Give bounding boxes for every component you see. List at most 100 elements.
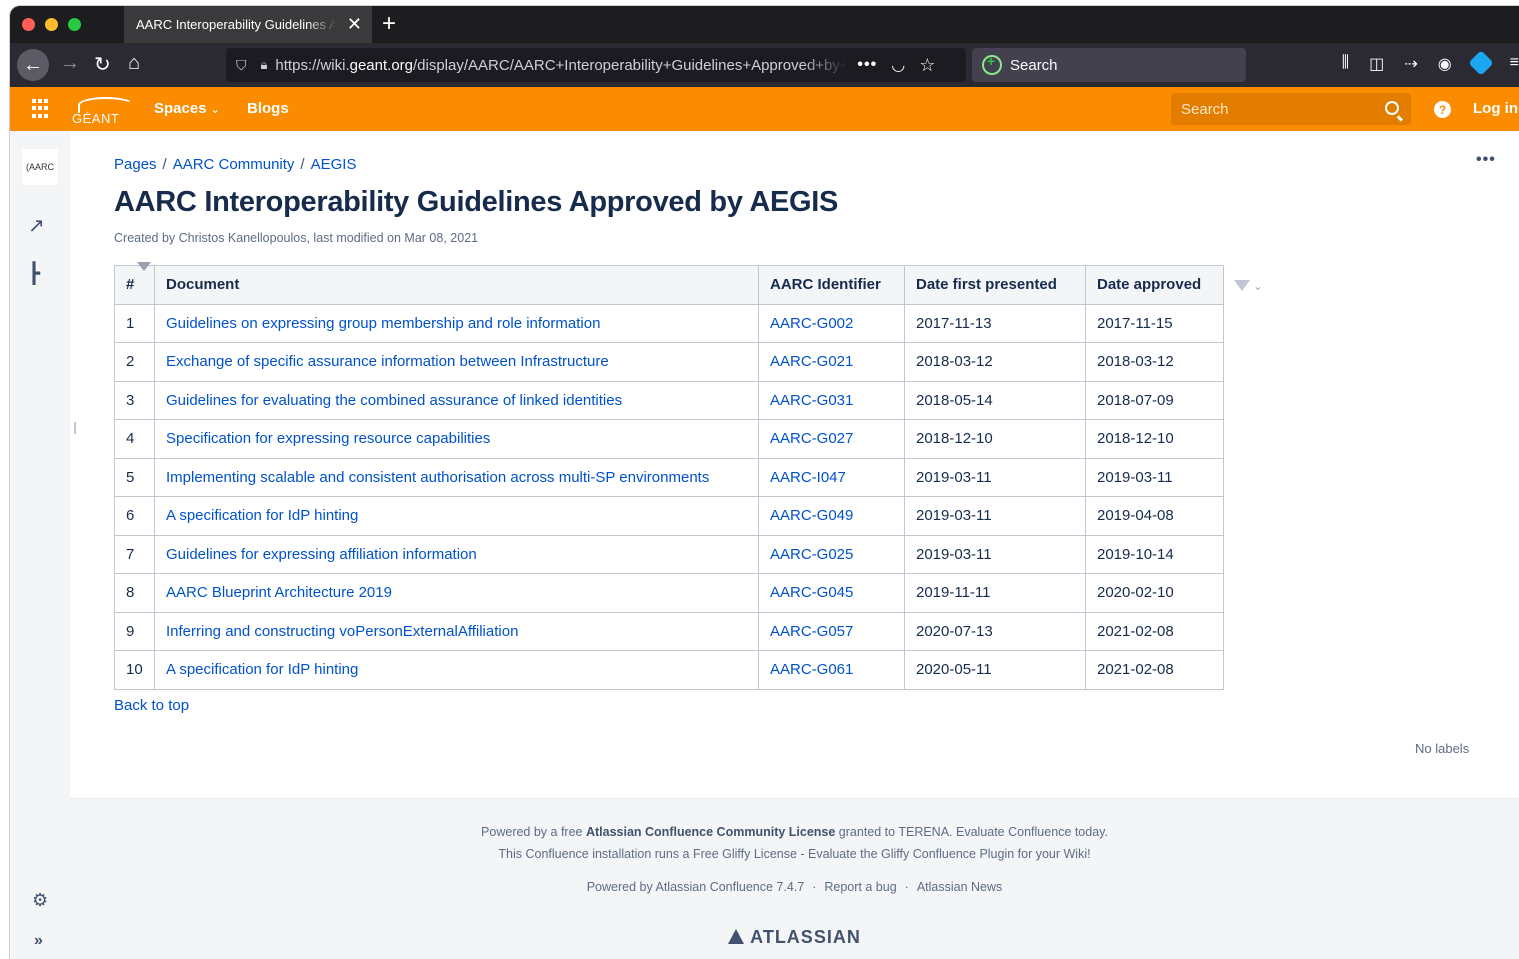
column-header[interactable]: AARC Identifier bbox=[758, 265, 905, 305]
search-icon[interactable] bbox=[1385, 101, 1399, 115]
breadcrumb-item[interactable]: Pages bbox=[114, 156, 157, 173]
table-filter-toggle[interactable]: ⌄ bbox=[1234, 278, 1263, 293]
date-presented-cell: 2020-05-11 bbox=[904, 650, 1086, 690]
identifier-link[interactable]: AARC-G021 bbox=[758, 342, 905, 382]
guidelines-table: # Document AARC Identifier Date first pr… bbox=[114, 262, 1224, 690]
browser-search-bar[interactable]: Search bbox=[972, 48, 1246, 82]
external-link-icon[interactable]: ↗ bbox=[28, 213, 45, 238]
breadcrumb-item[interactable]: AARC Community bbox=[173, 156, 295, 173]
browser-tab-active[interactable]: AARC Interoperability Guidelines Approve… bbox=[124, 6, 372, 43]
filter-icon[interactable] bbox=[137, 262, 151, 274]
table-row: 1 Guidelines on expressing group membersh… bbox=[114, 303, 1224, 343]
document-link[interactable]: Specification for expressing resource ca… bbox=[154, 419, 759, 459]
document-link[interactable]: Implementing scalable and consistent aut… bbox=[154, 457, 759, 497]
document-link[interactable]: A specification for IdP hinting bbox=[154, 496, 759, 536]
app-switcher-icon[interactable] bbox=[32, 99, 52, 119]
identifier-link[interactable]: AARC-G061 bbox=[758, 650, 905, 690]
identifier-link[interactable]: AARC-G031 bbox=[758, 380, 905, 420]
date-approved-cell: 2019-04-08 bbox=[1085, 496, 1224, 536]
gliffy-license-line: This Confluence installation runs a Free… bbox=[498, 847, 1091, 861]
atlassian-mark-icon bbox=[728, 929, 745, 944]
filter-icon bbox=[1234, 280, 1250, 292]
home-icon[interactable]: ⌂ bbox=[128, 52, 140, 75]
sidebar-resize-handle[interactable] bbox=[74, 422, 76, 434]
table-row: 4 Specification for expressing resource c… bbox=[114, 419, 1224, 459]
document-link[interactable]: Guidelines on expressing group membershi… bbox=[154, 303, 759, 343]
date-presented-cell: 2019-03-11 bbox=[904, 457, 1086, 497]
table-row: 2 Exchange of specific assurance informat… bbox=[114, 342, 1224, 382]
identifier-link[interactable]: AARC-G025 bbox=[758, 534, 905, 574]
browser-toolbar-icons: ⫼ ◫ ⇢ ◉ ≡ bbox=[1342, 50, 1519, 76]
report-bug-link[interactable]: Report a bug bbox=[824, 880, 896, 894]
document-link[interactable]: Guidelines for evaluating the combined a… bbox=[154, 380, 759, 420]
bookmark-star-icon[interactable]: ☆ bbox=[919, 55, 935, 76]
column-header[interactable]: Date first presented bbox=[904, 265, 1086, 305]
forward-arrow-icon[interactable]: → bbox=[60, 52, 80, 75]
close-window-button[interactable] bbox=[22, 18, 35, 31]
table-row: 9 Inferring and constructing voPersonExte… bbox=[114, 611, 1224, 651]
blogs-link[interactable]: Blogs bbox=[247, 100, 289, 117]
row-number-cell: 4 bbox=[114, 419, 155, 459]
lock-icon[interactable]: 🔒︎ bbox=[261, 57, 268, 73]
space-logo[interactable]: (AARC bbox=[22, 149, 58, 185]
help-icon[interactable]: ? bbox=[1434, 101, 1451, 118]
library-icon[interactable]: ⫼ bbox=[1342, 54, 1349, 74]
row-number-cell: 8 bbox=[114, 573, 155, 613]
url-text[interactable]: https://wiki.geant.org/display/AARC/AARC… bbox=[275, 57, 847, 74]
close-icon[interactable]: ✕ bbox=[347, 14, 362, 35]
document-link[interactable]: AARC Blueprint Architecture 2019 bbox=[154, 573, 759, 613]
identifier-link[interactable]: AARC-G027 bbox=[758, 419, 905, 459]
maximize-window-button[interactable] bbox=[68, 18, 81, 31]
chevron-down-icon: ⌄ bbox=[210, 104, 220, 116]
geant-logo[interactable]: GÉANT bbox=[72, 97, 136, 126]
extension-icon[interactable] bbox=[1467, 50, 1494, 76]
identifier-link[interactable]: AARC-G045 bbox=[758, 573, 905, 613]
atlassian-news-link[interactable]: Atlassian News bbox=[917, 880, 1002, 894]
new-tab-plus-icon[interactable]: + bbox=[382, 10, 396, 38]
menu-icon[interactable]: ≡ bbox=[1510, 54, 1519, 74]
page-tree-icon[interactable]: ┣ bbox=[28, 261, 40, 286]
column-header[interactable]: Document bbox=[154, 265, 759, 305]
expand-sidebar-icon[interactable]: » bbox=[34, 932, 43, 950]
breadcrumb-item[interactable]: AEGIS bbox=[311, 156, 357, 173]
atlassian-logo[interactable]: ATLASSIAN bbox=[70, 927, 1519, 948]
search-engine-icon bbox=[982, 53, 1002, 75]
gear-icon[interactable]: ⚙ bbox=[32, 890, 48, 911]
pocket-icon[interactable]: ◡ bbox=[891, 55, 905, 75]
row-number-cell: 9 bbox=[114, 611, 155, 651]
browser-nav-bar: ← → ↻ ⌂ ⛉ 🔒︎ https://wiki.geant.org/disp… bbox=[10, 43, 1519, 87]
row-number-cell: 3 bbox=[114, 380, 155, 420]
identifier-link[interactable]: AARC-G002 bbox=[758, 303, 905, 343]
column-header[interactable]: Date approved bbox=[1085, 265, 1224, 305]
spaces-menu[interactable]: Spaces ⌄ bbox=[154, 100, 220, 117]
more-actions-icon[interactable]: ••• bbox=[1476, 151, 1496, 169]
breadcrumb: Pages / AARC Community / AEGIS bbox=[114, 156, 357, 173]
row-number-cell: 10 bbox=[114, 650, 155, 690]
minimize-window-button[interactable] bbox=[45, 18, 58, 31]
back-arrow-icon[interactable]: ← bbox=[17, 49, 49, 81]
table-row: 7 Guidelines for expressing affiliation i… bbox=[114, 534, 1224, 574]
page-actions-more-icon[interactable]: ••• bbox=[857, 56, 877, 74]
license-link[interactable]: Atlassian Confluence Community License bbox=[586, 825, 835, 839]
document-link[interactable]: Guidelines for expressing affiliation in… bbox=[154, 534, 759, 574]
date-presented-cell: 2018-05-14 bbox=[904, 380, 1086, 420]
document-link[interactable]: Inferring and constructing voPersonExter… bbox=[154, 611, 759, 651]
table-body: 1 Guidelines on expressing group membersh… bbox=[114, 303, 1224, 690]
powered-by-link[interactable]: Powered by Atlassian Confluence 7.4.7 bbox=[587, 880, 805, 894]
sidebar-toggle-icon[interactable]: ◫ bbox=[1369, 54, 1384, 74]
document-link[interactable]: A specification for IdP hinting bbox=[154, 650, 759, 690]
identifier-link[interactable]: AARC-I047 bbox=[758, 457, 905, 497]
identifier-link[interactable]: AARC-G049 bbox=[758, 496, 905, 536]
reload-icon[interactable]: ↻ bbox=[94, 52, 111, 77]
back-to-top-link[interactable]: Back to top bbox=[114, 697, 189, 714]
confluence-search-input[interactable]: Search bbox=[1171, 93, 1411, 125]
url-bar[interactable]: ⛉ 🔒︎ https://wiki.geant.org/display/AARC… bbox=[226, 48, 966, 82]
identifier-link[interactable]: AARC-G057 bbox=[758, 611, 905, 651]
sync-icon[interactable]: ⇢ bbox=[1404, 54, 1417, 74]
tracking-shield-icon[interactable]: ⛉ bbox=[236, 57, 247, 74]
no-labels-text: No labels bbox=[1415, 741, 1470, 756]
column-header[interactable]: # bbox=[114, 262, 155, 305]
document-link[interactable]: Exchange of specific assurance informati… bbox=[154, 342, 759, 382]
account-icon[interactable]: ◉ bbox=[1438, 54, 1452, 74]
login-link[interactable]: Log in bbox=[1473, 100, 1518, 117]
